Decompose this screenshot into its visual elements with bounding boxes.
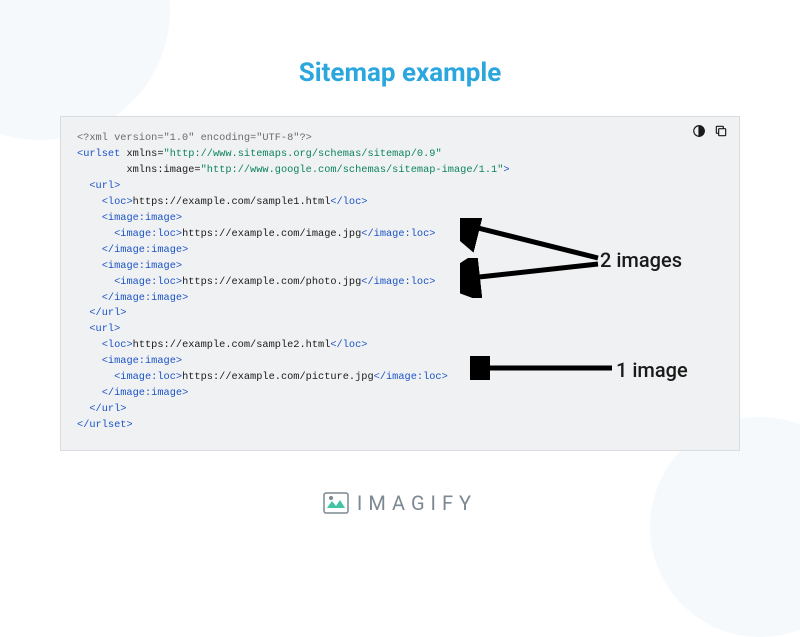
annotation-one-image: 1 image [616, 358, 688, 382]
code-toolbar [691, 123, 729, 139]
xml-code: <?xml version="1.0" encoding="UTF-8"?> <… [77, 131, 723, 434]
logo-mark-icon [323, 492, 349, 514]
logo-text: IMAGIFY [357, 491, 477, 515]
xml-declaration: <?xml version="1.0" encoding="UTF-8"?> [77, 132, 312, 144]
annotation-two-images: 2 images [600, 248, 682, 272]
theme-toggle-icon[interactable] [691, 123, 707, 139]
logo: IMAGIFY [0, 491, 800, 515]
code-block: <?xml version="1.0" encoding="UTF-8"?> <… [60, 116, 740, 451]
page-title: Sitemap example [0, 58, 800, 88]
copy-icon[interactable] [713, 123, 729, 139]
